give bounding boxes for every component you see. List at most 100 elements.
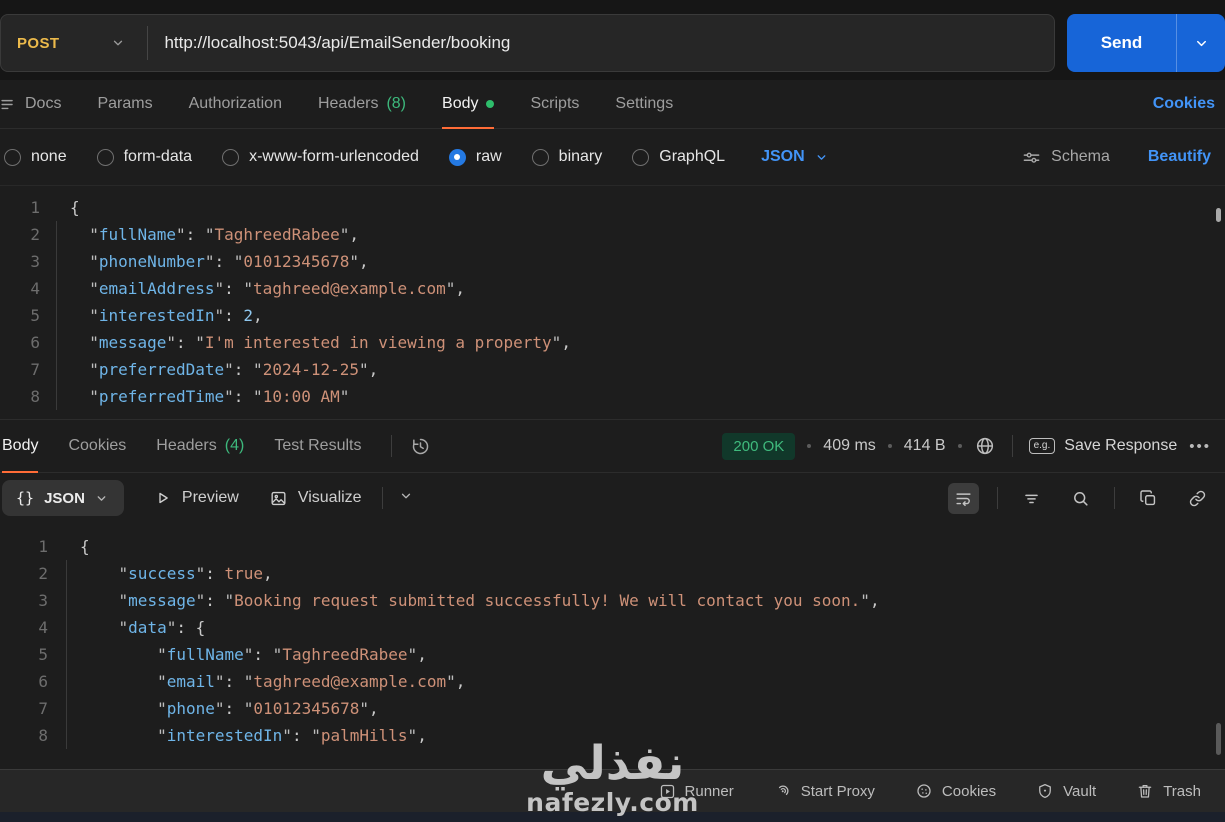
code-text: "preferredDate": "2024-12-25", (56, 356, 378, 383)
radio-raw[interactable]: raw (448, 148, 502, 166)
tab-scripts-label: Scripts (530, 95, 580, 112)
tab-body[interactable]: Body (442, 80, 495, 129)
raw-format-value: JSON (761, 148, 805, 165)
request-tabs: Docs Params Authorization Headers (8) Bo… (0, 80, 1225, 129)
request-editor-scrollbar[interactable] (1216, 208, 1221, 222)
radio-none-label: none (31, 148, 67, 165)
line-number: 8 (38, 726, 48, 745)
tab-settings[interactable]: Settings (615, 80, 673, 128)
code-text: "message": "Booking request submitted su… (66, 587, 880, 614)
send-button[interactable]: Send (1067, 14, 1176, 72)
dot-separator (807, 444, 812, 448)
vault-button[interactable]: Vault (1036, 782, 1096, 800)
status-badge[interactable]: 200 OK (722, 432, 796, 460)
code-line: 2 "fullName": "TaghreedRabee", (0, 221, 1225, 248)
line-number: 4 (38, 618, 48, 637)
save-response-button[interactable]: e.g. Save Response (1028, 437, 1177, 455)
response-editor-scrollbar[interactable] (1216, 723, 1221, 755)
beautify-button[interactable]: Beautify (1148, 148, 1211, 166)
braces-icon: {} (16, 489, 35, 507)
code-line: 5 "interestedIn": 2, (0, 302, 1225, 329)
url-input[interactable] (148, 33, 1054, 53)
code-text: "success": true, (66, 560, 273, 587)
cookies-link[interactable]: Cookies (1153, 80, 1225, 128)
more-views-button[interactable] (399, 489, 413, 508)
code-text: "email": "taghreed@example.com", (66, 668, 465, 695)
response-body-editor[interactable]: 1{2 "success": true, 3 "message": "Bookin… (0, 523, 1225, 769)
wrap-text-button[interactable] (948, 482, 979, 514)
tab-authorization-label: Authorization (188, 95, 282, 112)
response-tab-test-results-label: Test Results (274, 437, 362, 454)
tab-scripts[interactable]: Scripts (530, 80, 579, 128)
chevron-down-icon (399, 489, 413, 503)
response-tab-test-results[interactable]: Test Results (274, 420, 361, 472)
request-body-editor[interactable]: 1{2 "fullName": "TaghreedRabee", 3 "phone… (0, 185, 1225, 419)
line-number: 1 (38, 537, 48, 556)
response-size[interactable]: 414 B (904, 437, 946, 455)
url-bar: POST (0, 14, 1055, 72)
response-format-select[interactable]: {} JSON (2, 480, 124, 516)
code-text: "interestedIn": "palmHills", (66, 722, 427, 749)
radio-graphql[interactable]: GraphQL (632, 148, 725, 166)
docs-list-icon (0, 96, 17, 113)
preview-button[interactable]: Preview (154, 489, 239, 507)
response-tab-cookies[interactable]: Cookies (68, 420, 126, 472)
response-tabs: Body Cookies Headers (4) Test Results (0, 420, 431, 473)
tab-headers-label: Headers (317, 95, 379, 112)
tab-headers[interactable]: Headers (8) (318, 80, 406, 128)
response-tab-headers-label: Headers (156, 437, 217, 454)
tab-authorization[interactable]: Authorization (189, 80, 282, 128)
line-number: 2 (30, 225, 40, 244)
postman-app: POST Send Docs Params (0, 0, 1225, 822)
response-history-button[interactable] (410, 420, 431, 472)
radio-binary[interactable]: binary (531, 148, 602, 166)
radio-none[interactable]: none (4, 148, 67, 166)
more-options-button[interactable]: ••• (1189, 438, 1211, 455)
filter-button[interactable] (1016, 483, 1047, 514)
start-proxy-button[interactable]: Start Proxy (774, 782, 875, 800)
link-icon (1188, 489, 1207, 508)
response-tab-body[interactable]: Body (2, 420, 39, 473)
tab-params-label: Params (97, 95, 153, 112)
radio-circle (4, 148, 21, 166)
response-time[interactable]: 409 ms (823, 437, 875, 455)
code-line: 6 "message": "I'm interested in viewing … (0, 329, 1225, 356)
search-button[interactable] (1065, 483, 1096, 514)
radio-form-data[interactable]: form-data (96, 148, 193, 166)
send-options-button[interactable] (1177, 14, 1225, 72)
code-line: 3 "message": "Booking request submitted … (0, 587, 1225, 614)
dot-separator (887, 444, 892, 448)
radio-urlencoded[interactable]: x-www-form-urlencoded (222, 148, 419, 166)
toolbar-divider (997, 487, 998, 509)
response-format-value: JSON (44, 489, 85, 507)
header-divider (391, 435, 393, 457)
radio-circle-selected (448, 148, 466, 166)
trash-label: Trash (1163, 782, 1201, 800)
cookie-icon (915, 782, 933, 800)
vault-label: Vault (1063, 782, 1097, 800)
footer-cookies-button[interactable]: Cookies (915, 782, 996, 800)
raw-format-select[interactable]: JSON (761, 148, 828, 166)
copy-button[interactable] (1133, 483, 1164, 514)
example-icon: e.g. (1028, 438, 1056, 454)
globe-network-icon[interactable] (974, 435, 996, 457)
runner-button[interactable]: Runner (659, 783, 734, 800)
bottom-edge-strip (0, 812, 1225, 822)
link-button[interactable] (1182, 483, 1213, 514)
method-selector[interactable]: POST (1, 35, 147, 52)
visualize-button[interactable]: Visualize (269, 489, 362, 508)
chevron-down-icon (95, 492, 108, 505)
meta-divider (1011, 435, 1013, 457)
chevron-down-icon (1194, 36, 1209, 51)
tab-docs[interactable]: Docs (0, 80, 61, 128)
radio-form-data-label: form-data (123, 148, 193, 165)
trash-button[interactable]: Trash (1136, 782, 1201, 800)
schema-label: Schema (1051, 148, 1110, 165)
tab-params[interactable]: Params (97, 80, 152, 128)
response-tab-headers[interactable]: Headers (4) (156, 420, 244, 472)
line-number: 7 (30, 360, 40, 379)
radio-graphql-label: GraphQL (659, 148, 726, 165)
body-row-right: Schema Beautify (1022, 148, 1225, 167)
response-header: Body Cookies Headers (4) Test Results 20… (0, 419, 1225, 473)
schema-button[interactable]: Schema (1022, 148, 1110, 167)
